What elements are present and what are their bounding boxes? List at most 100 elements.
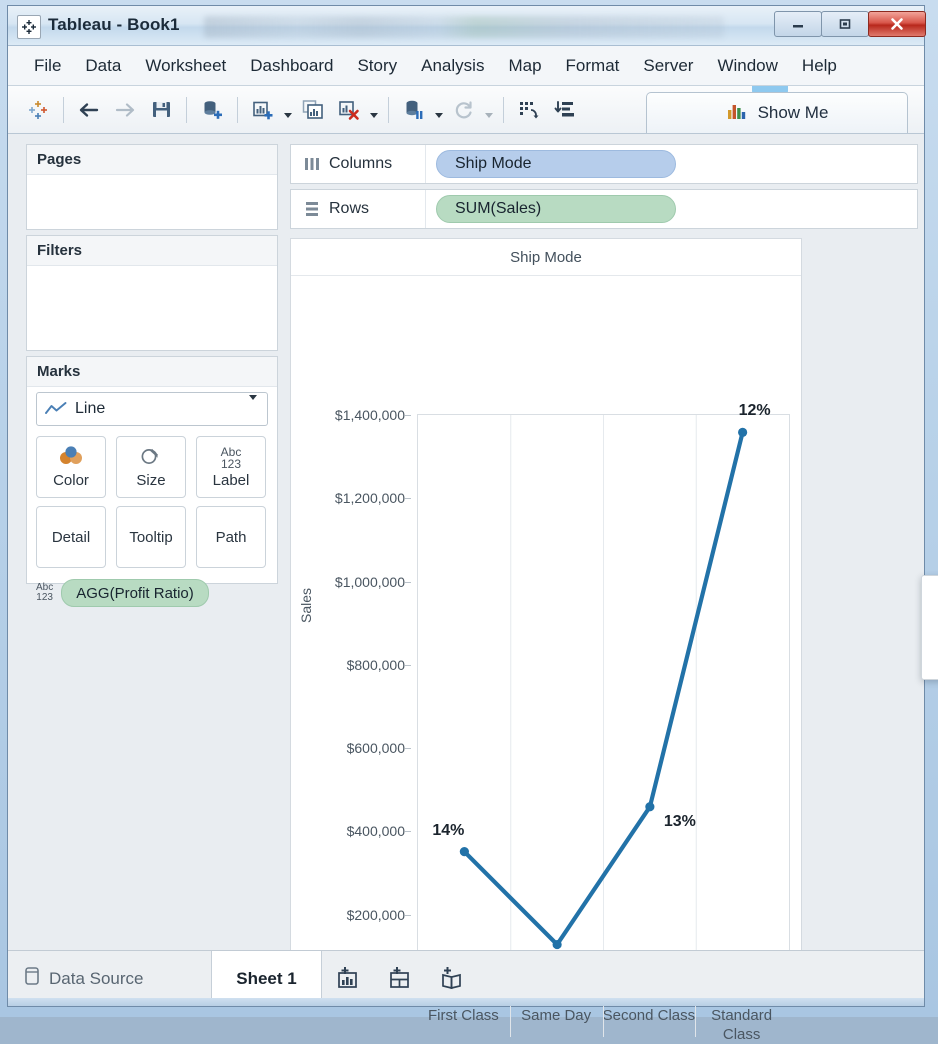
window-title: Tableau - Book1: [48, 15, 180, 35]
menu-item-file[interactable]: File: [22, 53, 73, 79]
marks-color-button[interactable]: Color: [36, 436, 106, 498]
minimize-icon[interactable]: [774, 11, 822, 37]
save-icon[interactable]: [144, 93, 178, 127]
marks-tooltip-label: Tooltip: [129, 529, 172, 546]
marks-size-label: Size: [136, 472, 165, 489]
y-axis-tick-mark: [405, 498, 411, 499]
marks-label-label: Label: [213, 472, 250, 489]
data-source-label: Data Source: [49, 969, 144, 989]
y-axis-tick-label: $1,200,000: [335, 490, 405, 506]
database-icon: [24, 966, 40, 991]
rows-icon: [303, 201, 321, 217]
marks-label-button[interactable]: Abc123 Label: [196, 436, 266, 498]
line-chart-icon: [45, 401, 67, 417]
menu-item-format[interactable]: Format: [554, 53, 632, 79]
marks-tooltip-button[interactable]: Tooltip: [116, 506, 186, 568]
tableau-home-icon[interactable]: [21, 93, 55, 127]
menu-item-worksheet[interactable]: Worksheet: [133, 53, 238, 79]
x-axis-tick-label[interactable]: Same Day: [510, 1006, 603, 1025]
refresh-dropdown-icon: [482, 93, 496, 127]
tableau-logo-icon: [17, 15, 41, 39]
y-axis-tick-mark: [405, 415, 411, 416]
rows-pill-sum-sales[interactable]: SUM(Sales): [436, 195, 676, 223]
workspace: Pages Filters Marks Line: [8, 134, 924, 952]
marks-size-button[interactable]: Size: [116, 436, 186, 498]
marks-color-label: Color: [53, 472, 89, 489]
x-axis-tick-label[interactable]: Second Class: [603, 1006, 696, 1025]
worksheet-view[interactable]: Ship Mode Sales $0$200,000$400,000$600,0…: [290, 238, 802, 951]
mark-type-dropdown[interactable]: Line: [36, 392, 268, 426]
marks-detail-button[interactable]: Detail: [36, 506, 106, 568]
abc-123-icon: Abc123: [36, 583, 53, 603]
show-me-button[interactable]: Show Me: [646, 92, 908, 133]
window-inner-frame: Tableau - Book1 File Data Worksheet Dash…: [7, 5, 925, 1007]
duplicate-sheet-icon[interactable]: [296, 93, 330, 127]
x-axis-tick-label[interactable]: First Class: [417, 1006, 510, 1025]
pause-updates-icon[interactable]: [397, 93, 431, 127]
menu-item-analysis[interactable]: Analysis: [409, 53, 496, 79]
rows-pill-area[interactable]: SUM(Sales): [426, 195, 917, 223]
y-axis-tick-mark: [405, 831, 411, 832]
menu-item-window[interactable]: Window: [705, 53, 789, 79]
toolbar-separator: [388, 97, 389, 123]
data-point-label: 14%: [432, 822, 464, 840]
y-axis-tick-mark: [405, 582, 411, 583]
line-chart-svg: [418, 415, 789, 998]
marks-card-title: Marks: [27, 357, 277, 387]
menu-item-dashboard[interactable]: Dashboard: [238, 53, 345, 79]
maximize-icon[interactable]: [821, 11, 869, 37]
columns-pill-ship-mode[interactable]: Ship Mode: [436, 150, 676, 178]
close-icon[interactable]: [868, 11, 926, 37]
data-point[interactable]: [460, 847, 469, 856]
y-axis-tick-mark: [405, 665, 411, 666]
new-worksheet-icon[interactable]: [246, 93, 280, 127]
menu-item-server[interactable]: Server: [631, 53, 705, 79]
y-axis-tick-label: $600,000: [347, 740, 405, 756]
clear-sheet-dropdown-icon[interactable]: [367, 93, 381, 127]
clear-sheet-icon[interactable]: [332, 93, 366, 127]
swap-rows-columns-icon[interactable]: [512, 93, 546, 127]
pages-card: Pages: [26, 144, 278, 230]
plot-area[interactable]: 14%12%13%12%: [417, 414, 790, 999]
data-point[interactable]: [738, 428, 747, 437]
marks-pill-profit-ratio[interactable]: AGG(Profit Ratio): [61, 579, 209, 607]
y-axis-tick-label: $800,000: [347, 657, 405, 673]
chevron-down-icon[interactable]: [249, 400, 257, 418]
application-window: Tableau - Book1 File Data Worksheet Dash…: [0, 0, 938, 1017]
title-bar: Tableau - Book1: [8, 6, 924, 46]
menu-item-data[interactable]: Data: [73, 53, 133, 79]
y-axis-tick-mark: [405, 748, 411, 749]
menu-item-story[interactable]: Story: [345, 53, 409, 79]
data-point[interactable]: [645, 802, 654, 811]
back-arrow-icon[interactable]: [72, 93, 106, 127]
mark-tooltip[interactable]: Ship Mode: Standard Class Sales: $1,358,…: [921, 575, 938, 680]
toolbar-separator: [237, 97, 238, 123]
marks-path-button[interactable]: Path: [196, 506, 266, 568]
y-axis-tick-label: $1,400,000: [335, 407, 405, 423]
toolbar-separator: [186, 97, 187, 123]
columns-shelf[interactable]: Columns Ship Mode: [290, 144, 918, 184]
show-me-label: Show Me: [758, 103, 829, 123]
forward-arrow-icon: [108, 93, 142, 127]
data-point[interactable]: [553, 940, 562, 949]
new-worksheet-dropdown-icon[interactable]: [281, 93, 295, 127]
pause-updates-dropdown-icon[interactable]: [432, 93, 446, 127]
abc-123-icon: Abc123: [221, 446, 242, 470]
y-axis-tick-label: $200,000: [347, 907, 405, 923]
columns-pill-area[interactable]: Ship Mode: [426, 150, 917, 178]
size-circle-icon: [139, 445, 163, 470]
menu-item-map[interactable]: Map: [496, 53, 553, 79]
columns-shelf-label: Columns: [329, 155, 425, 173]
mark-type-value: Line: [75, 400, 105, 418]
menu-item-help[interactable]: Help: [790, 53, 849, 79]
color-palette-icon: [58, 445, 84, 470]
data-point-label: 13%: [664, 813, 696, 831]
new-data-source-icon[interactable]: [195, 93, 229, 127]
rows-shelf[interactable]: Rows SUM(Sales): [290, 189, 918, 229]
filters-card-title: Filters: [27, 236, 277, 266]
data-point-label: 12%: [739, 402, 771, 420]
y-axis-tick-labels: $0$200,000$400,000$600,000$800,000$1,000…: [291, 239, 405, 950]
sort-descending-icon[interactable]: [548, 93, 582, 127]
toolbar-separator: [503, 97, 504, 123]
x-axis-tick-label[interactable]: Standard Class: [695, 1006, 788, 1044]
